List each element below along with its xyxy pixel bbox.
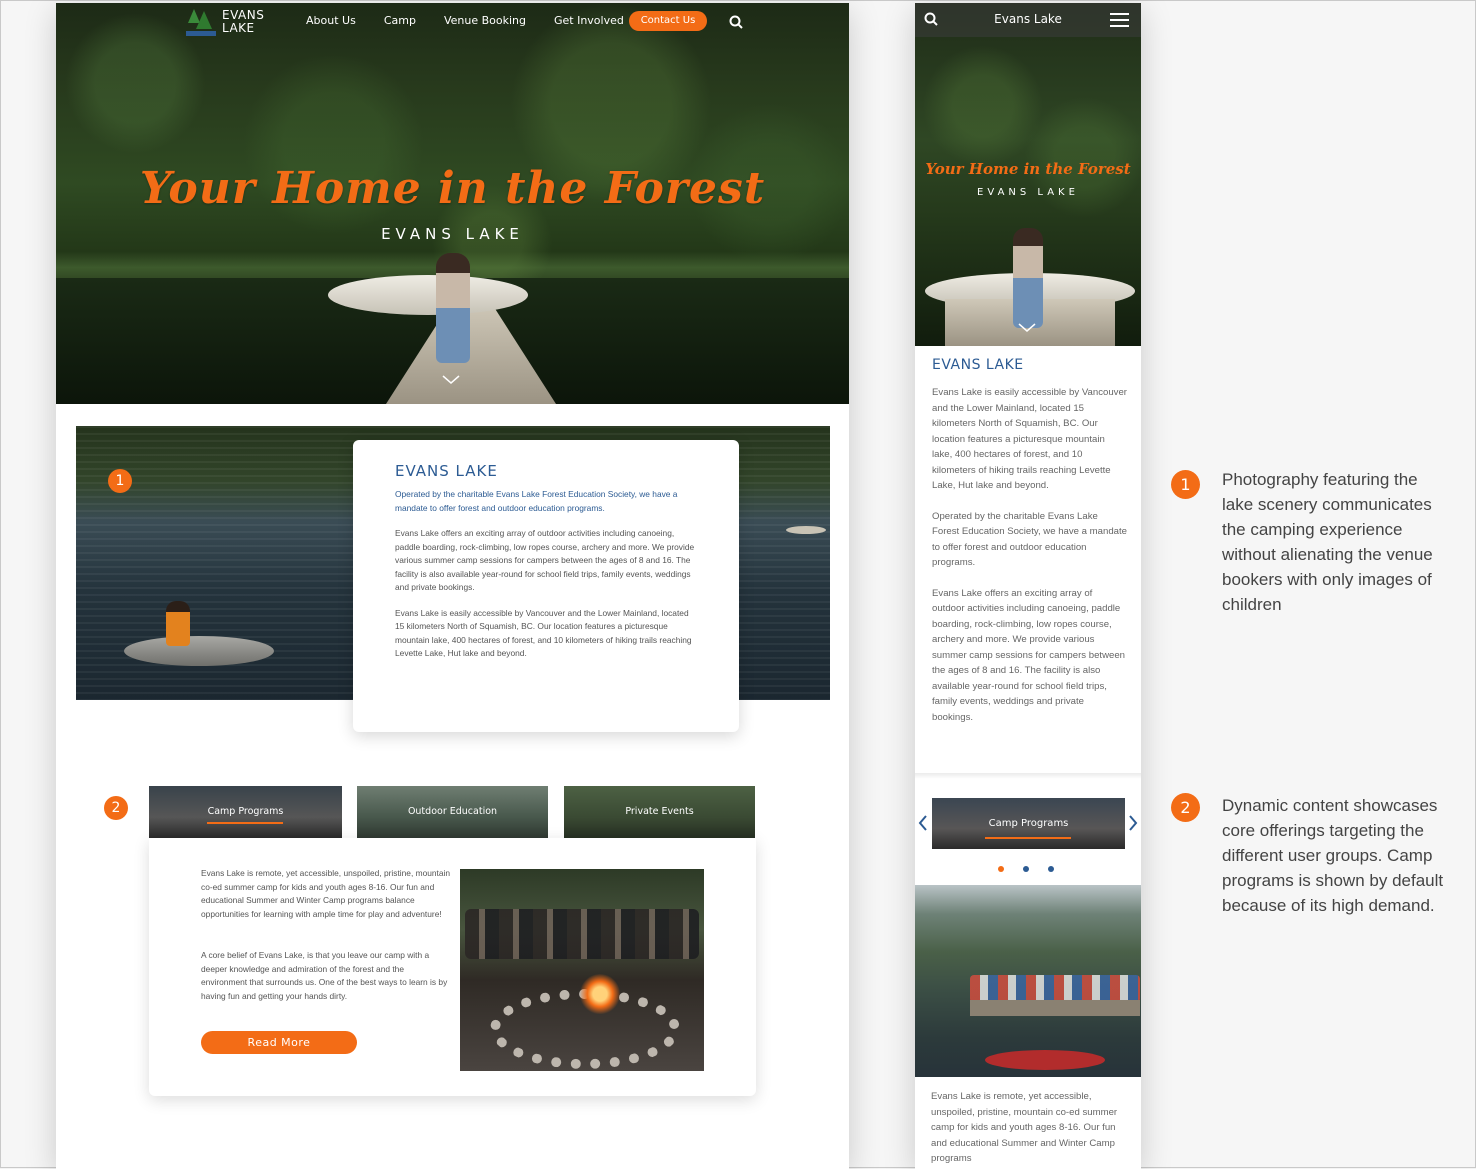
- tab-label: Outdoor Education: [407, 806, 498, 817]
- mobile-camp-text: Evans Lake is remote, yet accessible, un…: [931, 1091, 1118, 1164]
- tab-label: Private Events: [625, 806, 694, 817]
- section-divider: [915, 773, 1141, 779]
- logo[interactable]: EVANS LAKE: [186, 7, 266, 39]
- main-nav: EVANS LAKE About Us Camp Venue Booking G…: [56, 3, 849, 43]
- nav-item-get-involved[interactable]: Get Involved: [554, 14, 624, 27]
- chevron-down-icon[interactable]: [442, 375, 460, 385]
- dock-image: [970, 1000, 1140, 1016]
- annotation-badge-2: 2: [104, 796, 128, 820]
- annotation-badge-1: 1: [108, 469, 132, 493]
- pine-trees-icon: [186, 9, 216, 36]
- annotation-text-1: Photography featuring the lake scenery c…: [1222, 470, 1433, 614]
- tab-outdoor-education[interactable]: Outdoor Education: [357, 786, 548, 838]
- hero-canoe-image: [328, 275, 528, 315]
- mobile-hero: Evans Lake Your Home in the Forest EVANS…: [915, 3, 1141, 346]
- canoe-image: [124, 636, 274, 666]
- annotation-text-2: Dynamic content showcases core offerings…: [1222, 796, 1444, 915]
- fire-image: [580, 974, 620, 1014]
- slider-dot-active[interactable]: [998, 866, 1004, 872]
- nav-item-venue-booking[interactable]: Venue Booking: [444, 14, 526, 27]
- hamburger-menu-icon[interactable]: [1110, 13, 1129, 27]
- nav-links: About Us Camp Venue Booking Get Involved: [306, 14, 652, 27]
- hero-title: Your Home in the Forest: [139, 163, 766, 214]
- read-more-button[interactable]: Read More: [201, 1031, 357, 1054]
- tab-private-events[interactable]: Private Events: [564, 786, 755, 838]
- slide-label: Camp Programs: [988, 818, 1069, 829]
- campers-image: [465, 909, 699, 959]
- nav-item-about-us[interactable]: About Us: [306, 14, 356, 27]
- about-lead: Operated by the charitable Evans Lake Fo…: [395, 489, 678, 513]
- annotation-number-1: 1: [1171, 470, 1200, 499]
- mobile-hero-subtitle: EVANS LAKE: [977, 187, 1079, 198]
- desktop-mockup: EVANS LAKE About Us Camp Venue Booking G…: [56, 3, 849, 1169]
- mobile-about: EVANS LAKE Evans Lake is easily accessib…: [932, 357, 1127, 740]
- camp-paragraph-1: Evans Lake is remote, yet accessible, un…: [201, 868, 451, 919]
- camp-paragraph-2: A core belief of Evans Lake, is that you…: [201, 950, 448, 1001]
- distant-canoe-image: [786, 526, 826, 534]
- mobile-program-slide[interactable]: Camp Programs: [932, 798, 1125, 849]
- slider-pagination: [998, 866, 1058, 874]
- tab-camp-programs[interactable]: Camp Programs: [149, 786, 342, 838]
- nav-item-camp[interactable]: Camp: [384, 14, 416, 27]
- canoe-image: [985, 1050, 1105, 1070]
- mobile-person-image: [1013, 228, 1043, 328]
- slider-dot[interactable]: [1023, 866, 1029, 872]
- slider-dot[interactable]: [1048, 866, 1054, 872]
- about-paragraph-2: Evans Lake is easily accessible by Vanco…: [395, 607, 692, 659]
- mobile-section-title: EVANS LAKE: [932, 357, 1024, 373]
- mobile-paragraph-2: Operated by the charitable Evans Lake Fo…: [932, 510, 1128, 569]
- mobile-lake-photo: [915, 885, 1141, 1077]
- mobile-paragraph-3: Evans Lake offers an exciting array of o…: [932, 587, 1126, 723]
- mobile-nav-title: Evans Lake: [994, 12, 1062, 26]
- search-icon[interactable]: [729, 15, 743, 29]
- campers-on-dock-image: [970, 975, 1140, 1003]
- hero-section: EVANS LAKE About Us Camp Venue Booking G…: [56, 3, 849, 404]
- mobile-nav: Evans Lake: [915, 3, 1141, 37]
- mobile-mockup: Evans Lake Your Home in the Forest EVANS…: [915, 3, 1141, 1169]
- mobile-hero-title: Your Home in the Forest: [925, 160, 1131, 178]
- logo-line-2: LAKE: [222, 21, 255, 35]
- contact-us-button[interactable]: Contact Us: [629, 11, 707, 31]
- program-tabs: Camp Programs Outdoor Education Private …: [149, 786, 756, 838]
- hero-subtitle: EVANS LAKE: [381, 225, 524, 243]
- chevron-left-icon[interactable]: [918, 815, 928, 831]
- presentation-frame: EVANS LAKE About Us Camp Venue Booking G…: [0, 0, 1476, 1169]
- active-slide-underline: [985, 837, 1071, 839]
- about-card: EVANS LAKE Operated by the charitable Ev…: [353, 440, 739, 732]
- paddler-image: [166, 601, 190, 646]
- campfire-photo: [460, 869, 704, 1071]
- annotation-number-2: 2: [1171, 793, 1200, 822]
- chevron-down-icon[interactable]: [1018, 323, 1036, 333]
- chevron-right-icon[interactable]: [1128, 815, 1138, 831]
- mobile-paragraph-1: Evans Lake is easily accessible by Vanco…: [932, 387, 1127, 491]
- about-paragraph-1: Evans Lake offers an exciting array of o…: [395, 528, 695, 592]
- hero-person-image: [436, 253, 470, 363]
- camp-programs-panel: Evans Lake is remote, yet accessible, un…: [149, 838, 756, 1096]
- active-tab-underline: [207, 822, 283, 824]
- about-title: EVANS LAKE: [395, 462, 498, 480]
- tab-label: Camp Programs: [207, 806, 284, 817]
